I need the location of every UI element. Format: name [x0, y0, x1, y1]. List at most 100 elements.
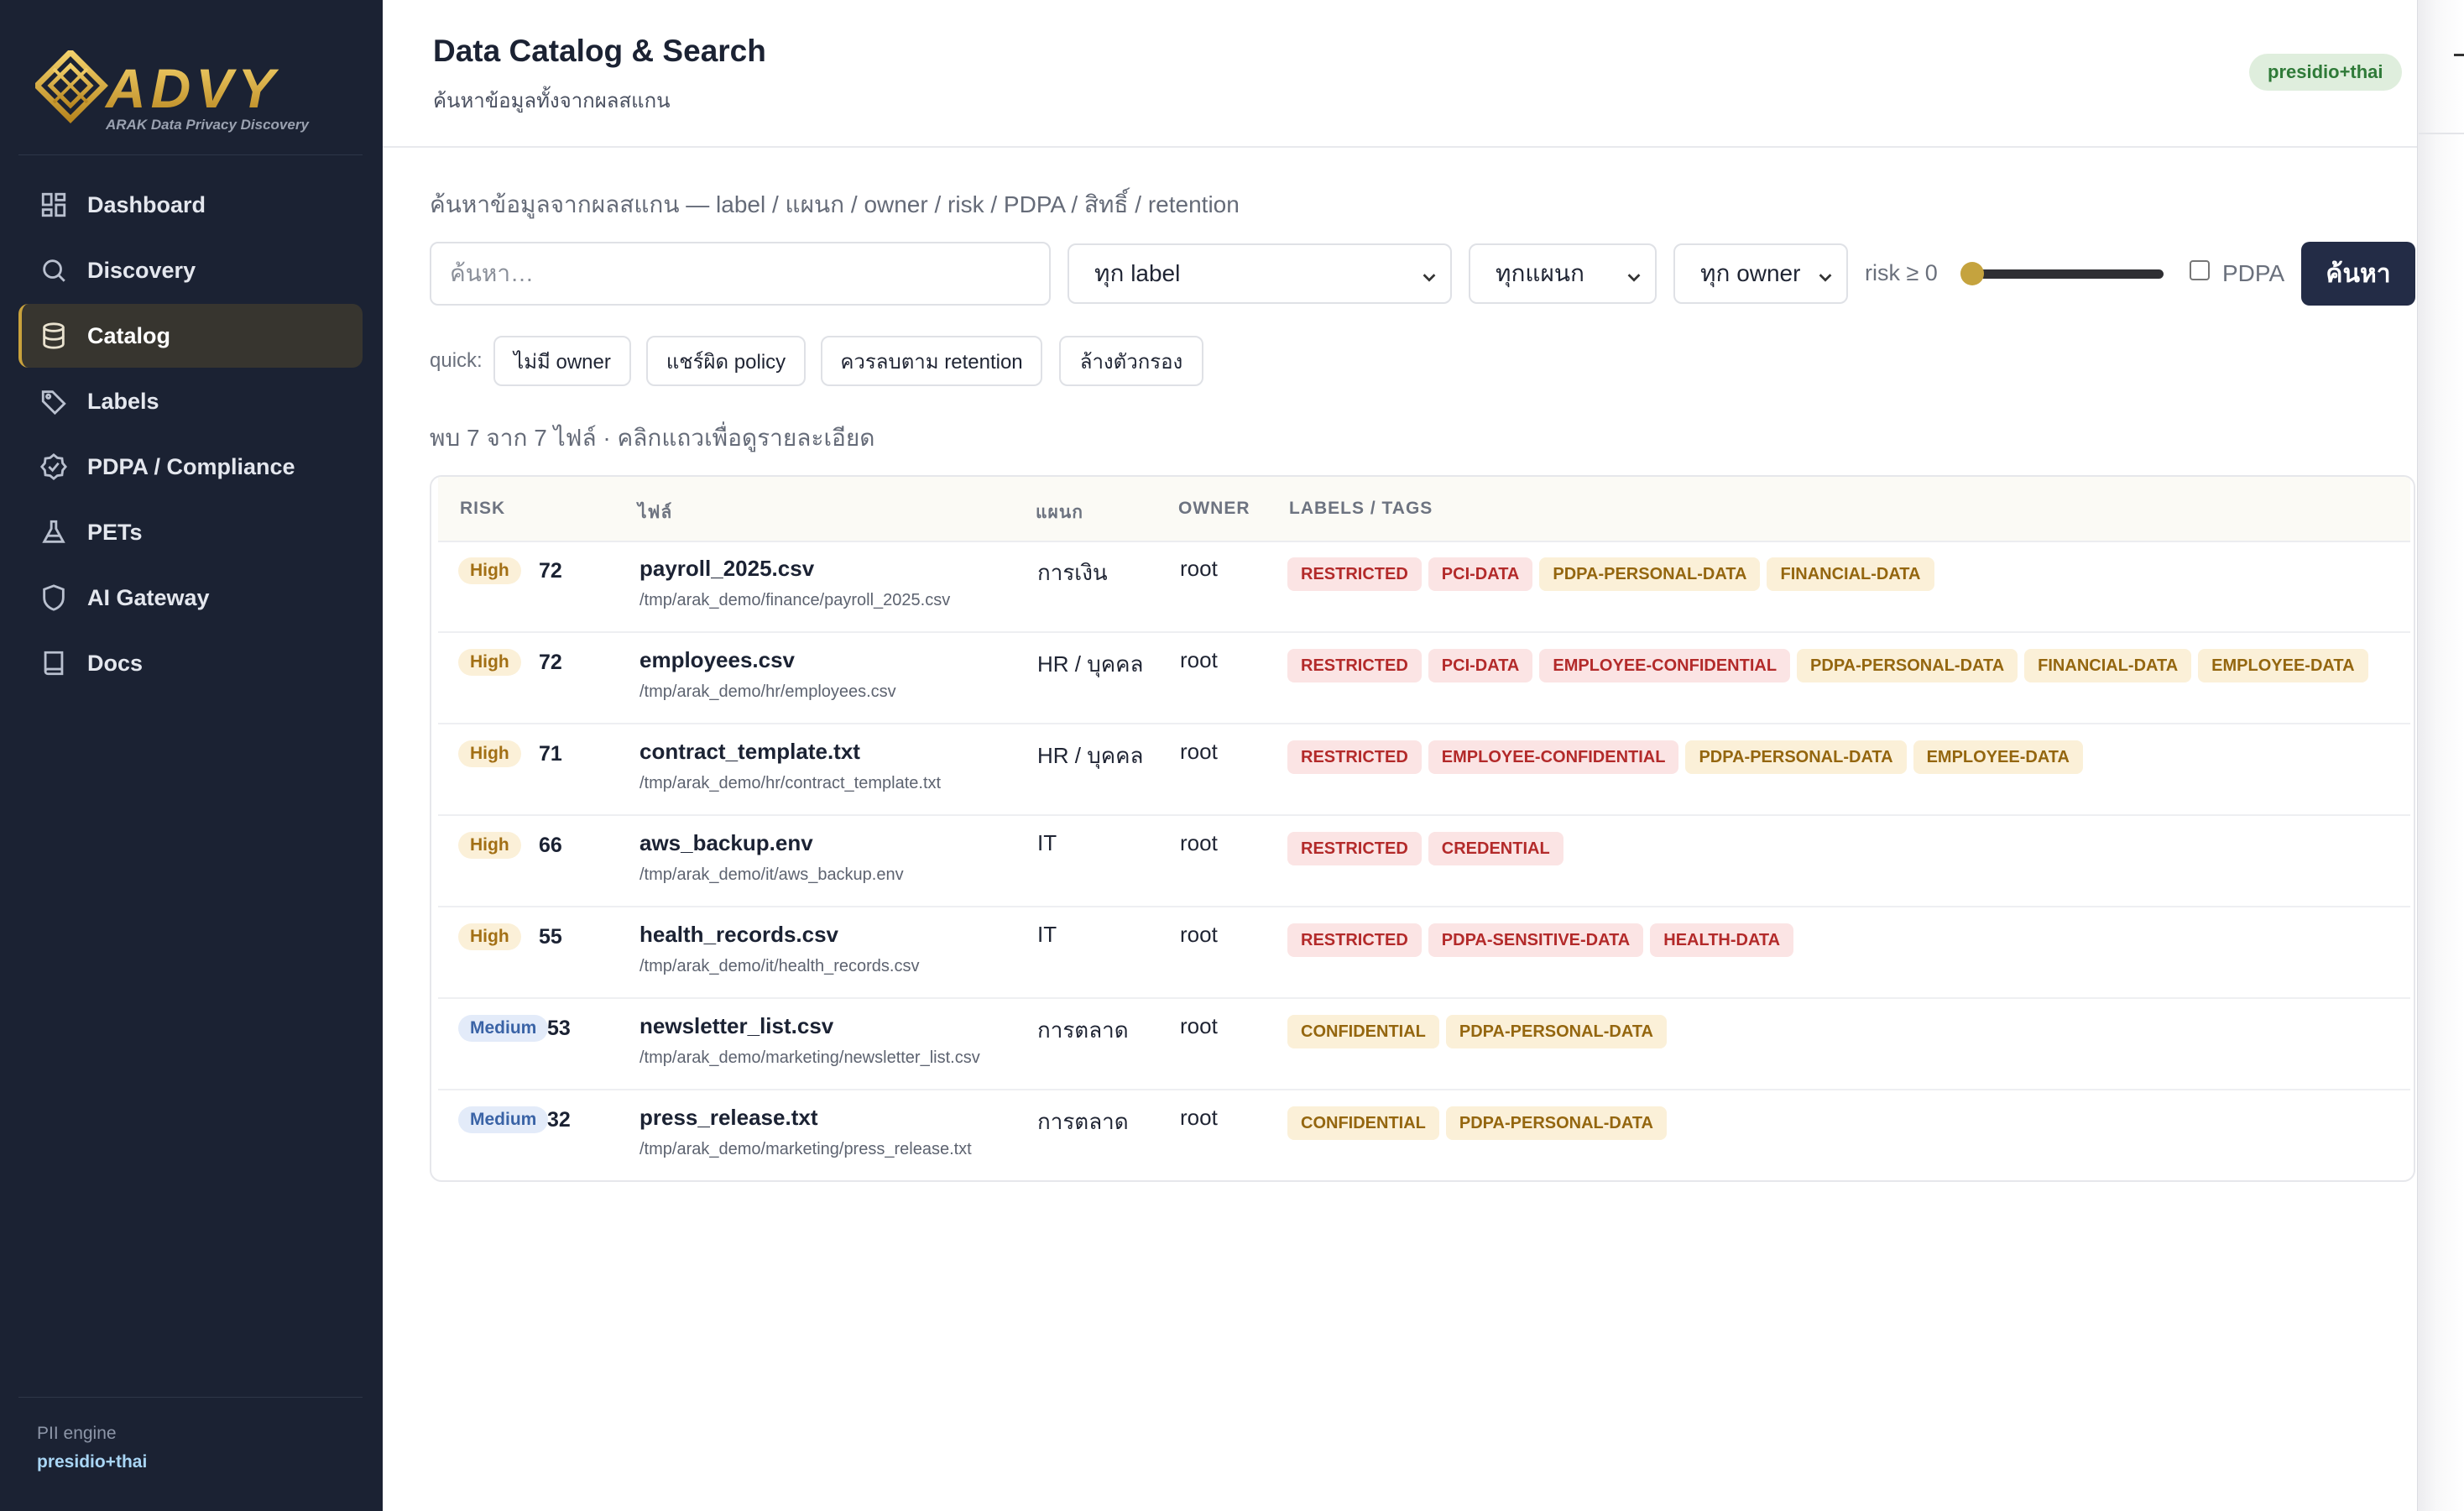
sidebar-item-label: Docs — [87, 650, 144, 676]
sidebar-item-label: Discovery — [87, 257, 196, 283]
tag-badge: PDPA-SENSITIVE-DATA — [1428, 923, 1644, 957]
labels-tags: CONFIDENTIAL PDPA-PERSONAL-DATA — [1287, 1015, 1667, 1048]
search-button[interactable]: ค้นหา — [2301, 242, 2415, 306]
tag-badge: HEALTH-DATA — [1650, 923, 1794, 957]
risk-slider-thumb[interactable] — [1960, 262, 1984, 285]
check-shield-icon — [39, 452, 69, 482]
sidebar-nav: Dashboard Discovery Catalog Labels PDPA … — [18, 173, 363, 697]
department: HR / บุคคล — [1037, 743, 1144, 768]
table-row[interactable]: High 72 employees.csv/tmp/arak_demo/hr/emp… — [438, 632, 2410, 724]
table-row[interactable]: High 66 aws_backup.env/tmp/arak_demo/it/aw… — [438, 815, 2410, 907]
page-title: Data Catalog & Search — [433, 34, 766, 68]
pdpa-checkbox-label: PDPA — [2222, 260, 2285, 286]
owner-filter-select[interactable]: ทุก owner — [1673, 243, 1848, 304]
sidebar-item-discovery[interactable]: Discovery — [18, 238, 363, 302]
tag-badge: RESTRICTED — [1287, 557, 1422, 591]
label-filter-value: ทุก label — [1094, 260, 1181, 286]
table-row[interactable]: Medium 53 newsletter_list.csv/tmp/arak_dem… — [438, 998, 2410, 1090]
owner: root — [1180, 922, 1218, 947]
tag-badge: EMPLOYEE-DATA — [1913, 740, 2083, 774]
page-subtitle: ค้นหาข้อมูลทั้งจากผลสแกน — [433, 90, 671, 112]
department: IT — [1037, 922, 1057, 947]
labels-tags: RESTRICTED EMPLOYEE-CONFIDENTIAL PDPA-PERS… — [1287, 740, 2083, 774]
chevron-down-icon — [1420, 265, 1438, 284]
quick-chip-retention[interactable]: ควรลบตาม retention — [821, 336, 1042, 386]
tag-badge: CONFIDENTIAL — [1287, 1106, 1439, 1140]
pii-engine-label: PII engine — [37, 1424, 117, 1443]
tag-badge: FINANCIAL-DATA — [1767, 557, 1934, 591]
shield-icon — [39, 583, 69, 613]
owner: root — [1180, 1105, 1218, 1130]
labels-tags: RESTRICTED PCI-DATA PDPA-PERSONAL-DATA FINA… — [1287, 557, 1934, 591]
risk-badge: Medium — [458, 1015, 549, 1042]
column-header-dept[interactable]: แผนก — [1036, 499, 1083, 526]
label-filter-select[interactable]: ทุก label — [1068, 243, 1452, 304]
sidebar-item-catalog[interactable]: Catalog — [18, 304, 363, 368]
flask-icon — [39, 517, 69, 547]
catalog-table: RISK ไฟล์ แผนก OWNER LABELS / TAGS High 7… — [430, 475, 2415, 1182]
department: การเงิน — [1037, 560, 1108, 585]
engine-badge: presidio+thai — [2249, 54, 2402, 91]
chevron-down-icon — [1625, 265, 1643, 284]
file-path: /tmp/arak_demo/hr/contract_template.txt — [639, 774, 942, 792]
file-name: aws_backup.env — [639, 830, 813, 855]
column-header-labels[interactable]: LABELS / TAGS — [1289, 499, 1433, 519]
advy-logo[interactable]: ADVY ARAK Data Privacy Discovery — [33, 48, 354, 134]
file-name: press_release.txt — [639, 1105, 818, 1130]
department: การตลาด — [1037, 1017, 1129, 1043]
labels-tags: RESTRICTED CREDENTIAL — [1287, 832, 1563, 865]
sidebar-item-labels[interactable]: Labels — [18, 369, 363, 433]
chevron-down-icon — [1816, 265, 1835, 284]
file-name: payroll_2025.csv — [639, 556, 815, 581]
sidebar-divider — [18, 1397, 363, 1398]
sidebar-item-pets[interactable]: PETs — [18, 500, 363, 564]
dept-filter-select[interactable]: ทุกแผนก — [1469, 243, 1657, 304]
sidebar: ADVY ARAK Data Privacy Discovery Dashboa… — [0, 0, 383, 1511]
side-panel-edge — [2417, 0, 2464, 1511]
tag-badge: PDPA-PERSONAL-DATA — [1445, 1015, 1667, 1048]
sidebar-item-pdpa-compliance[interactable]: PDPA / Compliance — [18, 435, 363, 499]
quick-filters-label: quick: — [430, 349, 483, 372]
table-row[interactable]: High 72 payroll_2025.csv/tmp/arak_demo/fin… — [438, 541, 2410, 633]
tag-icon — [39, 386, 69, 416]
tag-badge: CONFIDENTIAL — [1287, 1015, 1439, 1048]
column-header-file[interactable]: ไฟล์ — [638, 499, 672, 526]
risk-threshold-label: risk ≥ 0 — [1865, 260, 1938, 285]
table-row[interactable]: Medium 32 press_release.txt/tmp/arak_demo/… — [438, 1090, 2410, 1180]
sidebar-item-dashboard[interactable]: Dashboard — [18, 173, 363, 237]
risk-slider[interactable] — [1960, 262, 2164, 285]
column-header-owner[interactable]: OWNER — [1178, 499, 1250, 519]
owner: root — [1180, 830, 1218, 855]
file-path: /tmp/arak_demo/it/health_records.csv — [639, 957, 920, 975]
tag-badge: EMPLOYEE-CONFIDENTIAL — [1539, 649, 1791, 682]
quick-chip-clear-filters[interactable]: ล้างตัวกรอง — [1059, 336, 1203, 386]
sidebar-item-label: PDPA / Compliance — [87, 453, 295, 479]
file-path: /tmp/arak_demo/marketing/newsletter_list… — [639, 1048, 980, 1067]
risk-score: 55 — [539, 925, 562, 949]
file-path: /tmp/arak_demo/marketing/press_release.t… — [639, 1140, 972, 1158]
owner: root — [1180, 739, 1218, 764]
sidebar-item-docs[interactable]: Docs — [18, 631, 363, 695]
table-row[interactable]: High 55 health_records.csv/tmp/arak_demo/i… — [438, 907, 2410, 999]
tag-badge: PDPA-PERSONAL-DATA — [1445, 1106, 1667, 1140]
owner: root — [1180, 647, 1218, 672]
sidebar-item-ai-gateway[interactable]: AI Gateway — [18, 566, 363, 630]
tag-badge: PCI-DATA — [1428, 557, 1533, 591]
page-header: Data Catalog & Search ค้นหาข้อมูลทั้งจาก… — [383, 0, 2417, 148]
risk-score: 32 — [547, 1108, 571, 1132]
table-row[interactable]: High 71 contract_template.txt/tmp/arak_dem… — [438, 724, 2410, 816]
tag-badge: EMPLOYEE-DATA — [2198, 649, 2368, 682]
labels-tags: RESTRICTED PDPA-SENSITIVE-DATA HEALTH-DATA — [1287, 923, 1794, 957]
column-header-risk[interactable]: RISK — [460, 499, 505, 519]
file-name: contract_template.txt — [639, 739, 860, 764]
svg-text:ADVY: ADVY — [104, 57, 279, 119]
sidebar-item-label: PETs — [87, 519, 143, 545]
quick-chip-no-owner[interactable]: ไม่มี owner — [493, 336, 631, 386]
quick-chip-policy-violation[interactable]: แชร์ผิด policy — [646, 336, 806, 386]
pdpa-checkbox[interactable] — [2190, 260, 2210, 280]
search-icon — [39, 255, 69, 285]
search-label: ค้นหาข้อมูลจากผลสแกน — label / แผนก / ow… — [430, 191, 1240, 217]
panel-toggle-icon[interactable] — [2454, 54, 2464, 56]
search-input[interactable] — [430, 242, 1051, 306]
tag-badge: FINANCIAL-DATA — [2024, 649, 2192, 682]
